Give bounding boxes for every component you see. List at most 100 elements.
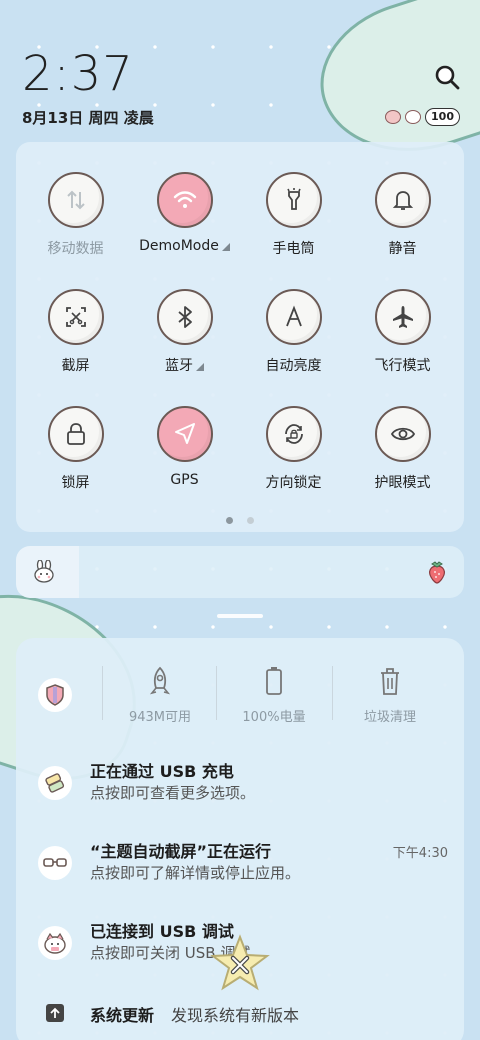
page-dot [226, 517, 234, 524]
tile-button[interactable] [374, 289, 431, 345]
tile-label-text: 自动亮度 [265, 358, 322, 374]
quick-tile-mobile-data[interactable]: 移动数据 [21, 172, 130, 289]
tile-button[interactable] [156, 406, 213, 462]
auto-brightness-icon [285, 305, 302, 327]
clock-date: 8月13日 周四 凌晨 [22, 109, 154, 127]
tile-button[interactable] [47, 406, 104, 462]
quick-tile-lock[interactable]: 锁屏 [21, 406, 130, 523]
bunny-icon[interactable] [32, 560, 56, 584]
rocket-icon [149, 666, 171, 695]
mobile-data-icon [66, 190, 85, 210]
tile-label: GPS [170, 472, 198, 488]
shortcut-label: 943M可用 [128, 710, 192, 725]
expand-caret-icon[interactable] [221, 243, 230, 251]
quick-tile-location[interactable]: GPS [130, 406, 239, 523]
tile-button[interactable] [265, 289, 322, 345]
quick-tile-flashlight[interactable]: 手电筒 [239, 172, 348, 289]
tile-button[interactable] [47, 289, 104, 345]
tile-button[interactable] [47, 172, 104, 228]
tile-label: 护眼模式 [375, 472, 431, 492]
shortcut-battery[interactable]: 100%电量 [216, 666, 332, 725]
flashlight-icon [286, 188, 301, 210]
close-icon[interactable] [210, 934, 270, 992]
tile-button[interactable] [265, 172, 322, 228]
clock-time: 2:37 [22, 46, 134, 102]
tile-label: 静音 [389, 238, 417, 258]
quick-tile-rotation-lock[interactable]: 方向锁定 [239, 406, 348, 523]
drag-handle[interactable] [217, 614, 263, 618]
page-dot [246, 517, 254, 524]
tile-label-text: DemoMode [139, 238, 219, 254]
page-indicator [16, 509, 464, 528]
update-arrow-icon [46, 1004, 64, 1022]
tile-button[interactable] [374, 172, 431, 228]
tile-label-text: 移动数据 [47, 241, 104, 257]
tile-label-text: 静音 [388, 241, 417, 257]
notification-title: “主题自动截屏”正在运行 [90, 842, 272, 861]
tile-button[interactable] [265, 406, 322, 462]
tile-label: 蓝牙 [165, 355, 204, 375]
tile-label-text: 蓝牙 [165, 358, 193, 374]
tile-label: 手电筒 [273, 238, 315, 258]
bell-icon [392, 191, 413, 210]
screenshot-icon [65, 307, 86, 327]
shortcut-cleanup[interactable]: 垃圾清理 [332, 666, 448, 725]
expand-caret-icon[interactable] [196, 363, 204, 371]
tile-label: 截屏 [62, 355, 90, 375]
eye-icon [390, 427, 415, 441]
notification-theme-screenshot[interactable]: “主题自动截屏”正在运行 点按即可了解详情或停止应用。 下午4:30 [16, 838, 464, 898]
glasses-icon [43, 858, 67, 867]
shortcut-label: 100%电量 [242, 710, 306, 725]
tile-button[interactable] [156, 289, 213, 345]
bluetooth-icon [177, 306, 192, 328]
notification-icon [38, 926, 72, 960]
tile-label-text: 方向锁定 [265, 475, 322, 491]
quick-tile-auto-brightness[interactable]: 自动亮度 [239, 289, 348, 406]
quick-settings-grid: 移动数据 DemoMode 手电筒 静音截屏 蓝牙 自动亮度 飞行模式锁屏 GPS 方向锁定 护眼… [16, 172, 464, 523]
notification-usb-charging[interactable]: 正在通过 USB 充电 点按即可查看更多选项。 [16, 758, 464, 818]
trash-icon [381, 668, 399, 695]
quick-settings-panel: 移动数据 DemoMode 手电筒 静音截屏 蓝牙 自动亮度 飞行模式锁屏 GPS 方向锁定 护眼… [16, 142, 464, 532]
tile-button[interactable] [374, 406, 431, 462]
decorative-icon [385, 110, 402, 124]
tile-label: 方向锁定 [266, 472, 322, 492]
bunny-icon [44, 932, 66, 954]
tile-button[interactable] [156, 172, 213, 228]
notification-body: 发现系统有新版本 [171, 1006, 300, 1025]
tile-label: 自动亮度 [266, 355, 322, 375]
notification-icon [38, 766, 72, 800]
quick-tile-screenshot[interactable]: 截屏 [21, 289, 130, 406]
quick-tile-wifi[interactable]: DemoMode [130, 172, 239, 289]
tile-label: DemoMode [139, 238, 230, 254]
airplane-icon [392, 306, 413, 328]
tile-label: 移动数据 [48, 238, 104, 258]
location-icon [174, 423, 195, 444]
shortcut-memory[interactable]: 943M可用 [102, 666, 218, 725]
tile-label-text: 截屏 [61, 358, 90, 374]
lock-icon [66, 423, 85, 445]
notification-time: 下午4:30 [392, 846, 448, 861]
tile-label: 锁屏 [62, 472, 90, 492]
tile-label-text: 飞行模式 [374, 358, 431, 374]
quick-tile-airplane[interactable]: 飞行模式 [348, 289, 457, 406]
quick-tile-bell[interactable]: 静音 [348, 172, 457, 289]
brightness-slider[interactable] [16, 546, 464, 598]
tile-label-text: 锁屏 [61, 475, 90, 491]
quick-tile-eye[interactable]: 护眼模式 [348, 406, 457, 523]
shortcut-row: 943M可用 100%电量 垃圾清理 [16, 658, 464, 728]
notification-body: 点按即可查看更多选项。 [90, 784, 256, 802]
battery-indicator: 100 [425, 108, 460, 126]
bunny-icon [405, 110, 422, 124]
quick-tile-bluetooth[interactable]: 蓝牙 [130, 289, 239, 406]
notification-system-update[interactable]: 系统更新 发现系统有新版本 [16, 1002, 464, 1032]
search-icon[interactable] [434, 64, 460, 90]
strawberry-icon [429, 561, 445, 584]
shortcut-label: 垃圾清理 [363, 710, 416, 725]
status-bar-icons: 100 [385, 108, 460, 126]
shield-icon [46, 684, 64, 706]
security-shield-button[interactable] [38, 678, 72, 712]
wifi-icon [173, 191, 196, 208]
battery-icon [266, 667, 282, 695]
notification-icon [38, 846, 72, 880]
tile-label-text: 手电筒 [272, 241, 315, 257]
